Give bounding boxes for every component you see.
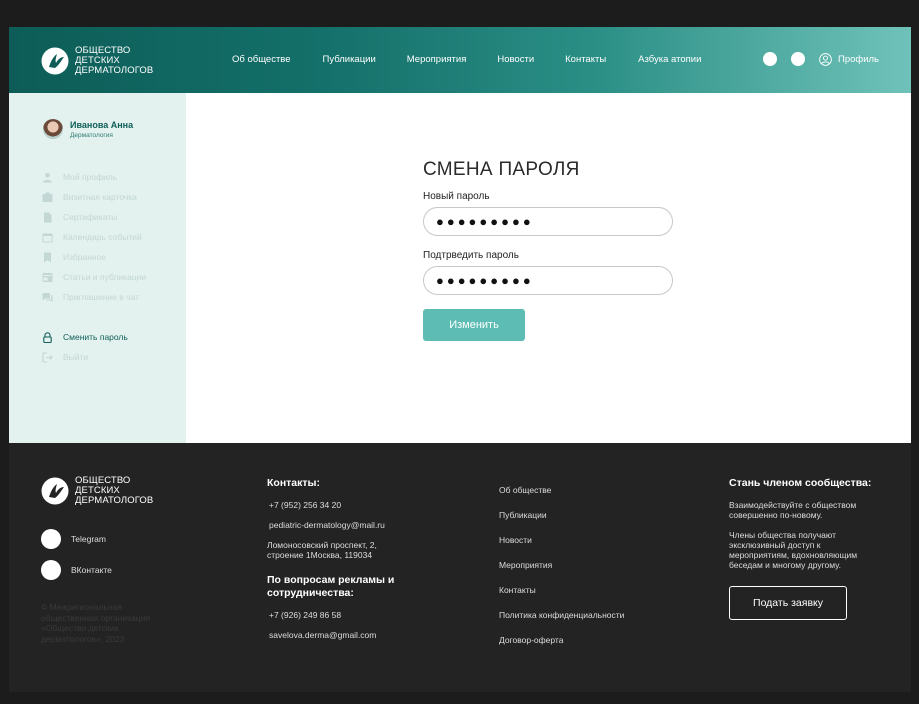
logo-line-3: ДЕРМАТОЛОГОВ bbox=[75, 495, 154, 506]
telegram-label: Telegram bbox=[71, 534, 106, 544]
footer-link-offer[interactable]: Договор-оферта bbox=[499, 635, 624, 645]
header-actions: Профиль bbox=[762, 52, 879, 66]
logo-hands-icon bbox=[41, 477, 69, 505]
lock-icon bbox=[42, 331, 53, 343]
card-icon bbox=[42, 192, 53, 203]
user-card: Иванова Анна Дерматология bbox=[43, 119, 133, 139]
user-name: Иванова Анна bbox=[70, 119, 134, 130]
footer-contacts: Контакты: +7 (952) 256 34 20 pediatric-d… bbox=[267, 477, 407, 650]
logo-text: ОБЩЕСТВО ДЕТСКИХ ДЕРМАТОЛОГОВ bbox=[75, 46, 153, 76]
confirm-password-label: Подтрведить пароль bbox=[423, 250, 519, 261]
apply-button[interactable]: Подать заявку bbox=[729, 586, 847, 620]
sidebar-item-label: Приглашение в чат bbox=[63, 292, 140, 302]
header-icon-1[interactable] bbox=[762, 52, 777, 66]
articles-icon bbox=[42, 272, 53, 283]
logout-icon bbox=[42, 351, 53, 363]
chat-icon bbox=[42, 292, 53, 303]
change-password-form: СМЕНА ПАРОЛЯ Новый пароль ●●●●●●●●● Подт… bbox=[423, 159, 678, 341]
sidebar-item-chat[interactable]: Приглашение в чат bbox=[42, 287, 146, 307]
sidebar-menu: Мой профиль Визитная карточка Сертификат… bbox=[42, 167, 146, 367]
change-password-button[interactable]: Изменить bbox=[423, 309, 525, 341]
header-icon-2[interactable] bbox=[790, 52, 805, 66]
page-title: СМЕНА ПАРОЛЯ bbox=[423, 159, 580, 180]
sidebar-item-label: Календарь событий bbox=[63, 232, 142, 242]
sidebar-item-articles[interactable]: Статьи и публикации bbox=[42, 267, 146, 287]
sidebar-item-label: Сменить пароль bbox=[63, 332, 128, 342]
sidebar-item-certificates[interactable]: Сертификаты bbox=[42, 207, 146, 227]
sidebar-item-change-password[interactable]: Сменить пароль bbox=[42, 327, 146, 347]
join-text-2: Члены общества получают эксклюзивный дос… bbox=[729, 530, 858, 570]
sidebar-item-logout[interactable]: Выйти bbox=[42, 347, 146, 367]
profile-link[interactable]: Профиль bbox=[819, 52, 879, 66]
sidebar-item-my-profile[interactable]: Мой профиль bbox=[42, 167, 146, 187]
contacts-title: Контакты: bbox=[267, 477, 321, 489]
new-password-field[interactable]: ●●●●●●●●● bbox=[423, 207, 673, 236]
profile-icon bbox=[819, 52, 832, 66]
ads-title: По вопросам рекламы и сотрудничества: bbox=[267, 574, 395, 599]
sidebar-item-label: Статьи и публикации bbox=[63, 272, 147, 282]
page-frame: ОБЩЕСТВО ДЕТСКИХ ДЕРМАТОЛОГОВ Об обществ… bbox=[9, 27, 911, 692]
document-icon bbox=[42, 212, 53, 223]
footer-link-about[interactable]: Об обществе bbox=[499, 485, 624, 495]
telegram-icon bbox=[41, 529, 61, 549]
sidebar-item-label: Выйти bbox=[63, 352, 89, 362]
nav-about[interactable]: Об обществе bbox=[232, 54, 291, 65]
footer-social: Telegram ВКонтакте bbox=[41, 529, 112, 591]
sidebar-item-label: Визитная карточка bbox=[63, 192, 137, 202]
telegram-link[interactable]: Telegram bbox=[41, 529, 112, 549]
nav-news[interactable]: Новости bbox=[497, 54, 534, 65]
vk-icon bbox=[41, 560, 61, 580]
main-content: Иванова Анна Дерматология Мой профиль Ви… bbox=[9, 93, 911, 443]
contact-address: Ломоносовский проспект, 2, строение 1Мос… bbox=[267, 540, 377, 560]
nav-atopy-abc[interactable]: Азбука атопии bbox=[638, 54, 701, 65]
avatar bbox=[43, 119, 63, 139]
footer-link-contacts[interactable]: Контакты bbox=[499, 585, 624, 595]
footer-link-news[interactable]: Новости bbox=[499, 535, 624, 545]
contact-phone[interactable]: +7 (952) 256 34 20 bbox=[269, 500, 407, 510]
vk-label: ВКонтакте bbox=[71, 565, 112, 575]
sidebar-item-label: Сертификаты bbox=[63, 212, 118, 222]
logo-hands-icon bbox=[41, 47, 69, 75]
nav-publications[interactable]: Публикации bbox=[323, 54, 376, 65]
nav-contacts[interactable]: Контакты bbox=[565, 54, 606, 65]
site-footer: ОБЩЕСТВО ДЕТСКИХ ДЕРМАТОЛОГОВ Telegram В… bbox=[9, 443, 911, 692]
main-nav: Об обществе Публикации Мероприятия Новос… bbox=[232, 54, 701, 65]
bookmark-icon bbox=[42, 252, 53, 263]
footer-links: Об обществе Публикации Новости Мероприят… bbox=[499, 485, 624, 660]
logo-line-3: ДЕРМАТОЛОГОВ bbox=[75, 65, 154, 76]
join-title: Стань членом сообщества: bbox=[729, 477, 872, 489]
sidebar-item-calendar[interactable]: Календарь событий bbox=[42, 227, 146, 247]
footer-link-privacy[interactable]: Политика конфиденциальности bbox=[499, 610, 624, 620]
sidebar-item-label: Избранное bbox=[63, 252, 107, 262]
ads-phone[interactable]: +7 (926) 249 86 58 bbox=[269, 610, 407, 620]
copyright: © Межрегиональная общественная организац… bbox=[41, 602, 150, 644]
confirm-password-field[interactable]: ●●●●●●●●● bbox=[423, 266, 673, 295]
logo[interactable]: ОБЩЕСТВО ДЕТСКИХ ДЕРМАТОЛОГОВ bbox=[41, 46, 153, 76]
site-header: ОБЩЕСТВО ДЕТСКИХ ДЕРМАТОЛОГОВ Об обществ… bbox=[9, 27, 911, 93]
sidebar-item-favorites[interactable]: Избранное bbox=[42, 247, 146, 267]
join-text-1: Взаимодействуйте с обществом совершенно … bbox=[729, 500, 857, 520]
sidebar-item-label: Мой профиль bbox=[63, 172, 118, 182]
logo-text: ОБЩЕСТВО ДЕТСКИХ ДЕРМАТОЛОГОВ bbox=[75, 476, 153, 506]
sidebar: Иванова Анна Дерматология Мой профиль Ви… bbox=[9, 93, 186, 443]
sidebar-item-business-card[interactable]: Визитная карточка bbox=[42, 187, 146, 207]
profile-label: Профиль bbox=[837, 53, 879, 65]
footer-link-publications[interactable]: Публикации bbox=[499, 510, 624, 520]
footer-link-events[interactable]: Мероприятия bbox=[499, 560, 624, 570]
new-password-label: Новый пароль bbox=[423, 191, 490, 202]
user-role: Дерматология bbox=[70, 131, 113, 139]
contact-email[interactable]: pediatric-dermatology@mail.ru bbox=[269, 520, 407, 530]
user-icon bbox=[42, 172, 53, 183]
calendar-icon bbox=[42, 232, 53, 243]
vk-link[interactable]: ВКонтакте bbox=[41, 560, 112, 580]
footer-logo[interactable]: ОБЩЕСТВО ДЕТСКИХ ДЕРМАТОЛОГОВ bbox=[41, 476, 153, 506]
nav-events[interactable]: Мероприятия bbox=[407, 54, 467, 65]
ads-email[interactable]: savelova.derma@gmail.com bbox=[269, 630, 407, 640]
footer-join: Стань членом сообщества: Взаимодействуйт… bbox=[729, 477, 874, 620]
